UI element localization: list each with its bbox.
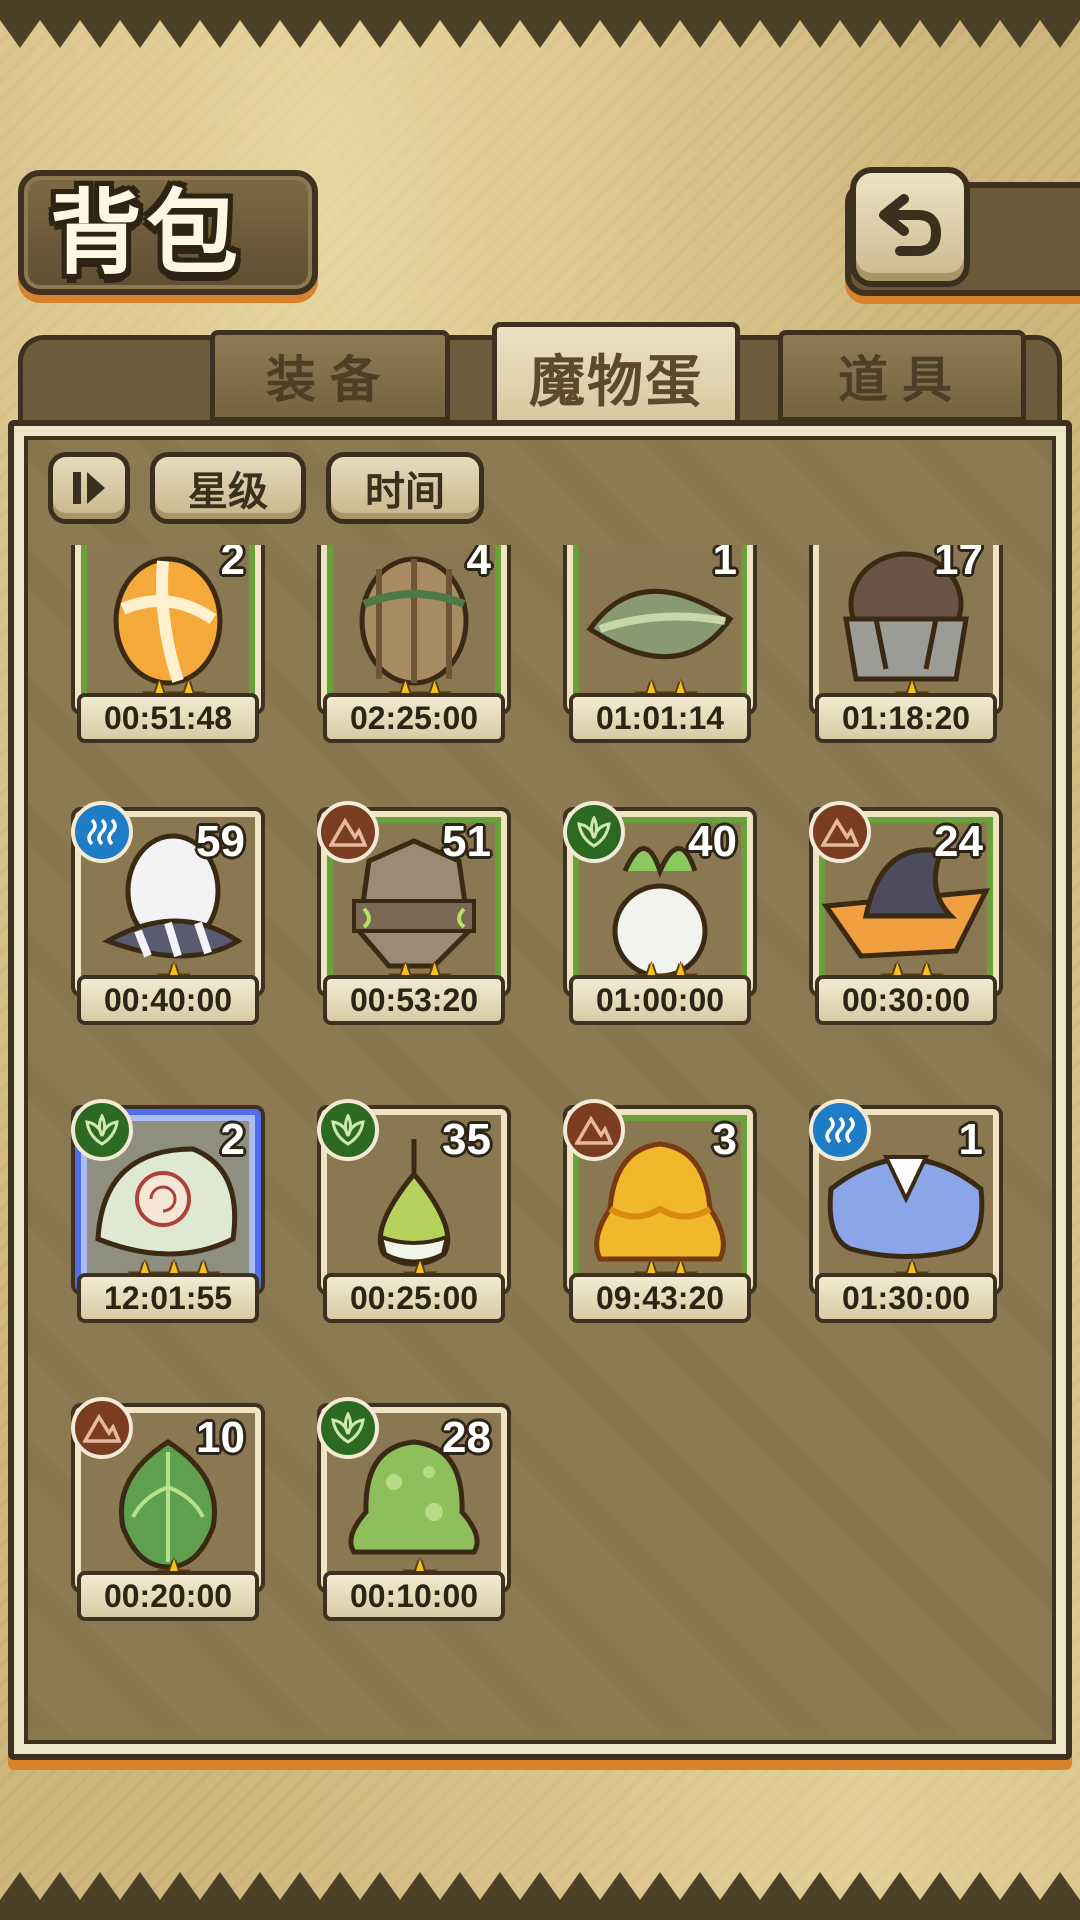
water-wave-icon — [825, 1116, 855, 1144]
egg-hatch-time: 12:01:55 — [77, 1273, 259, 1323]
egg-count: 1 — [958, 1115, 983, 1164]
top-border — [0, 0, 1080, 48]
water-element-badge — [71, 801, 133, 863]
egg-count: 17 — [934, 545, 983, 584]
grass-element-badge — [71, 1099, 133, 1161]
tab-monster-eggs-label: 魔物蛋 — [529, 348, 703, 415]
egg-slot[interactable]: 59 ★ 00:40:00 — [63, 801, 273, 1032]
grass-element-badge — [317, 1397, 379, 1459]
egg-slot[interactable]: 1 ★ 01:30:00 — [801, 1099, 1011, 1330]
egg-count: 28 — [442, 1413, 491, 1462]
return-arrow-icon — [879, 194, 942, 256]
page-title: 背包 — [50, 179, 243, 287]
egg-grid: 2 ★★ 00:51:48 4 ★★ 02:25:00 1 ★★ 01:01:1… — [50, 545, 1030, 1655]
egg-slot[interactable]: 3 ★★ 09:43:20 — [555, 1099, 765, 1330]
egg-count: 4 — [466, 545, 491, 584]
grass-element-badge — [317, 1099, 379, 1161]
earth-element-badge — [71, 1397, 133, 1459]
egg-hatch-time: 00:30:00 — [815, 975, 997, 1025]
egg-count: 3 — [712, 1115, 737, 1164]
mountain-icon — [575, 1115, 613, 1145]
egg-hatch-time: 00:10:00 — [323, 1571, 505, 1621]
sort-order-icon — [73, 472, 105, 504]
egg-slot[interactable]: 24 ★★ 00:30:00 — [801, 801, 1011, 1032]
egg-slot[interactable]: 17 ★ 01:18:20 — [801, 545, 1011, 750]
leaf-icon — [331, 1412, 365, 1444]
vine-wrapped-egg-icon — [359, 556, 469, 686]
bottom-border — [0, 1872, 1080, 1920]
water-wave-icon — [87, 818, 117, 846]
egg-hatch-time: 02:25:00 — [323, 693, 505, 743]
earth-element-badge — [563, 1099, 625, 1161]
sort-by-time-label: 时间 — [365, 468, 445, 515]
egg-hatch-time: 00:40:00 — [77, 975, 259, 1025]
mountain-icon — [83, 1413, 121, 1443]
egg-count: 2 — [220, 545, 245, 584]
grass-element-badge — [563, 801, 625, 863]
mountain-icon — [821, 817, 859, 847]
earth-element-badge — [809, 801, 871, 863]
egg-hatch-time: 09:43:20 — [569, 1273, 751, 1323]
mountain-icon — [329, 817, 367, 847]
egg-count: 51 — [442, 817, 491, 866]
sort-order-button[interactable] — [48, 452, 130, 524]
egg-count: 10 — [196, 1413, 245, 1462]
egg-hatch-time: 01:30:00 — [815, 1273, 997, 1323]
leaf-icon — [85, 1114, 119, 1146]
egg-count: 35 — [442, 1115, 491, 1164]
tab-items-label: 道具 — [838, 350, 966, 409]
water-element-badge — [809, 1099, 871, 1161]
orange-swirl-egg-icon — [113, 556, 223, 686]
egg-slot[interactable]: 10 ★ 00:20:00 — [63, 1397, 273, 1628]
sort-by-star-button[interactable]: 星级 — [150, 452, 306, 524]
tab-monster-eggs[interactable]: 魔物蛋 — [492, 322, 740, 432]
tab-equipment-label: 装备 — [266, 350, 394, 409]
egg-hatch-time: 00:51:48 — [77, 693, 259, 743]
sort-by-star-label: 星级 — [188, 468, 268, 515]
sort-by-time-button[interactable]: 时间 — [326, 452, 484, 524]
egg-hatch-time: 01:18:20 — [815, 693, 997, 743]
egg-slot[interactable]: 4 ★★ 02:25:00 — [309, 545, 519, 750]
earth-element-badge — [317, 801, 379, 863]
egg-hatch-time: 00:25:00 — [323, 1273, 505, 1323]
egg-slot[interactable]: 1 ★★ 01:01:14 — [555, 545, 765, 750]
back-button[interactable] — [850, 167, 970, 287]
egg-hatch-time: 01:01:14 — [569, 693, 751, 743]
egg-slot[interactable]: 28 ★ 00:10:00 — [309, 1397, 519, 1628]
egg-hatch-time: 00:53:20 — [323, 975, 505, 1025]
egg-count: 24 — [934, 817, 983, 866]
egg-slot[interactable]: 2 ★★ 00:51:48 — [63, 545, 273, 750]
egg-count: 2 — [220, 1115, 245, 1164]
egg-slot[interactable]: 35 ★ 00:25:00 — [309, 1099, 519, 1330]
egg-count: 59 — [196, 817, 245, 866]
egg-count: 40 — [688, 817, 737, 866]
tab-items[interactable]: 道具 — [778, 330, 1026, 422]
egg-count: 1 — [712, 545, 737, 584]
leaf-icon — [577, 816, 611, 848]
egg-slot[interactable]: 40 ★★ 01:00:00 — [555, 801, 765, 1032]
egg-slot[interactable]: 2 ★★★ 12:01:55 — [63, 1099, 273, 1330]
egg-hatch-time: 00:20:00 — [77, 1571, 259, 1621]
egg-slot[interactable]: 51 ★★ 00:53:20 — [309, 801, 519, 1032]
leaf-icon — [331, 1114, 365, 1146]
egg-hatch-time: 01:00:00 — [569, 975, 751, 1025]
tab-equipment[interactable]: 装备 — [210, 330, 450, 422]
